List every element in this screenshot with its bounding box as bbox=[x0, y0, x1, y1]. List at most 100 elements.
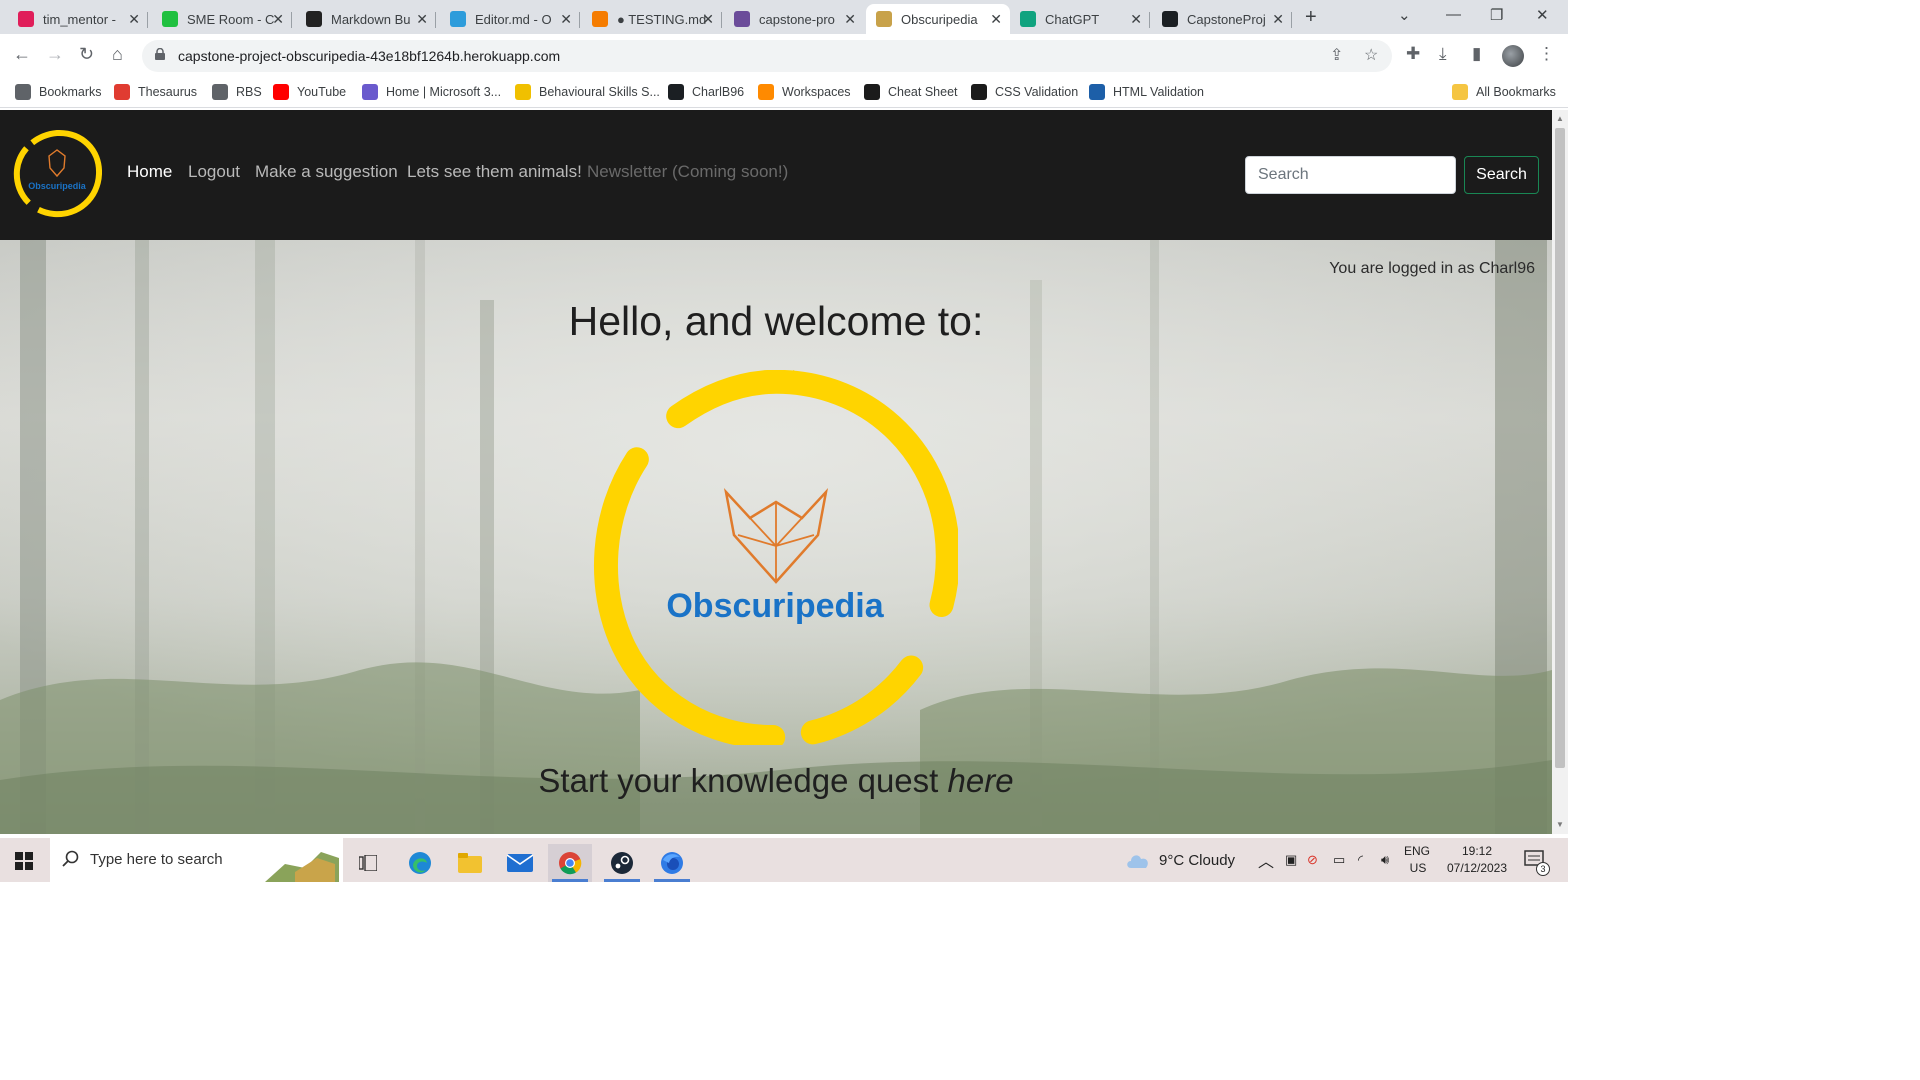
language-indicator[interactable]: ENG US bbox=[1404, 838, 1430, 882]
bookmark-item[interactable]: YouTube bbox=[273, 84, 346, 100]
browser-tab[interactable]: ChatGPT ✕ bbox=[1010, 4, 1150, 34]
search-input[interactable] bbox=[1245, 156, 1456, 194]
all-bookmarks-label: All Bookmarks bbox=[1476, 85, 1556, 99]
maximize-icon[interactable]: ❐ bbox=[1490, 6, 1503, 24]
nav-link[interactable]: Make a suggestion bbox=[255, 162, 398, 182]
notification-center-icon[interactable]: 3 bbox=[1524, 838, 1550, 882]
profile-avatar[interactable] bbox=[1502, 45, 1524, 67]
bookmark-item[interactable]: Behavioural Skills S... bbox=[515, 84, 660, 100]
scroll-thumb[interactable] bbox=[1555, 128, 1565, 768]
browser-tab[interactable]: Markdown Bu ✕ bbox=[296, 4, 436, 34]
scroll-up-arrow-icon[interactable]: ▲ bbox=[1556, 114, 1564, 123]
download-icon[interactable]: ⤓ bbox=[1439, 44, 1447, 64]
chrome-icon[interactable] bbox=[548, 844, 592, 882]
css-icon bbox=[971, 84, 987, 100]
browser-tab[interactable]: Editor.md - O ✕ bbox=[440, 4, 580, 34]
nav-link[interactable]: Home bbox=[127, 162, 172, 182]
bookmark-label: YouTube bbox=[297, 85, 347, 99]
bookmark-item[interactable]: HTML Validation bbox=[1089, 84, 1204, 100]
new-tab-button[interactable]: + bbox=[1305, 6, 1317, 29]
windows-start-icon[interactable] bbox=[15, 852, 33, 870]
taskbar-search-box[interactable]: Type here to search bbox=[50, 838, 343, 882]
browser-tab[interactable]: tim_mentor - ✕ bbox=[8, 4, 148, 34]
bookmark-item[interactable]: RBS bbox=[212, 84, 262, 100]
close-tab-icon[interactable]: ✕ bbox=[416, 11, 428, 28]
bookmark-label: CSS Validation bbox=[995, 85, 1079, 99]
bookmarks-bar: Bookmarks Thesaurus RBS YouTube Home | Micro… bbox=[0, 78, 1568, 108]
hero-cta: Start your knowledge quest here bbox=[0, 762, 1552, 800]
all-bookmarks-folder[interactable]: All Bookmarks bbox=[1452, 84, 1556, 100]
back-icon[interactable]: ← bbox=[13, 44, 31, 65]
forward-icon[interactable]: → bbox=[46, 44, 64, 65]
weather-widget[interactable]: 9°C Cloudy bbox=[1125, 838, 1235, 882]
menu-icon[interactable]: ⋮ bbox=[1538, 44, 1555, 64]
close-tab-icon[interactable]: ✕ bbox=[560, 11, 572, 28]
close-tab-icon[interactable]: ✕ bbox=[844, 11, 856, 28]
bookmark-label: Thesaurus bbox=[138, 85, 198, 99]
bookmark-star-icon[interactable]: ☆ bbox=[1364, 45, 1378, 65]
home-icon[interactable]: ⌂ bbox=[112, 44, 123, 65]
cloud-icon bbox=[1127, 855, 1148, 868]
task-view-icon[interactable] bbox=[346, 844, 390, 882]
browser-tab[interactable]: ● TESTING.md ✕ bbox=[582, 4, 722, 34]
steam-icon[interactable] bbox=[600, 844, 644, 882]
share-icon[interactable]: ⇪ bbox=[1330, 45, 1343, 65]
browser-tab[interactable]: Obscuripedia ✕ bbox=[866, 4, 1010, 34]
clock-date: 07/12/2023 bbox=[1446, 861, 1508, 875]
close-tab-icon[interactable]: ✕ bbox=[990, 11, 1002, 28]
mail-icon[interactable] bbox=[498, 844, 542, 882]
site-logo[interactable]: Obscuripedia bbox=[12, 128, 102, 218]
extensions-icon[interactable]: ✚ bbox=[1406, 44, 1420, 64]
tab-separator bbox=[1149, 12, 1150, 28]
browser-tab[interactable]: capstone-pro ✕ bbox=[724, 4, 864, 34]
bookmark-item[interactable]: Workspaces bbox=[758, 84, 851, 100]
bookmark-item[interactable]: Bookmarks bbox=[15, 84, 102, 100]
network-error-icon[interactable]: ⊘ bbox=[1307, 838, 1318, 882]
show-hidden-icons-icon[interactable]: ︿ bbox=[1258, 838, 1274, 882]
page-scrollbar[interactable]: ▲ ▼ bbox=[1552, 110, 1568, 834]
github-icon bbox=[668, 84, 684, 100]
search-button[interactable]: Search bbox=[1464, 156, 1539, 194]
folder-icon bbox=[1452, 84, 1468, 100]
close-window-icon[interactable]: ✕ bbox=[1536, 6, 1549, 24]
meet-now-icon[interactable]: ▣ bbox=[1285, 838, 1297, 882]
nav-link[interactable]: Lets see them animals! bbox=[407, 162, 582, 182]
minimize-icon[interactable]: — bbox=[1446, 6, 1461, 23]
close-tab-icon[interactable]: ✕ bbox=[272, 11, 284, 28]
tab-title: ● TESTING.md bbox=[617, 11, 707, 27]
bookmark-item[interactable]: Home | Microsoft 3... bbox=[362, 84, 501, 100]
hero-cta-link[interactable]: here bbox=[948, 762, 1014, 799]
browser-tab[interactable]: SME Room - C ✕ bbox=[152, 4, 292, 34]
bookmark-label: HTML Validation bbox=[1113, 85, 1205, 99]
firefox-icon[interactable] bbox=[650, 844, 694, 882]
weather-text: 9°C Cloudy bbox=[1159, 851, 1236, 869]
notification-count-badge: 3 bbox=[1536, 862, 1550, 876]
battery-icon[interactable]: ▭ bbox=[1333, 838, 1345, 882]
language-code: ENG bbox=[1404, 844, 1431, 858]
bookmark-item[interactable]: Cheat Sheet bbox=[864, 84, 958, 100]
bookmark-item[interactable]: Thesaurus bbox=[114, 84, 197, 100]
scroll-down-arrow-icon[interactable]: ▼ bbox=[1556, 820, 1564, 829]
close-tab-icon[interactable]: ✕ bbox=[128, 11, 140, 28]
volume-icon[interactable]: 🔊︎ bbox=[1381, 838, 1389, 882]
tab-separator bbox=[147, 12, 148, 28]
bookmark-item[interactable]: CharlB96 bbox=[668, 84, 744, 100]
file-explorer-icon[interactable] bbox=[448, 844, 492, 882]
fox-icon bbox=[876, 11, 892, 27]
close-tab-icon[interactable]: ✕ bbox=[1130, 11, 1142, 28]
side-panel-icon[interactable]: ▮ bbox=[1472, 44, 1481, 64]
browser-tab[interactable]: CapstoneProj ✕ bbox=[1152, 4, 1292, 34]
bookmark-label: CharlB96 bbox=[692, 85, 745, 99]
close-tab-icon[interactable]: ✕ bbox=[702, 11, 714, 28]
reload-icon[interactable]: ↻ bbox=[79, 44, 94, 65]
m-icon bbox=[450, 11, 466, 27]
close-tab-icon[interactable]: ✕ bbox=[1272, 11, 1284, 28]
tab-title: ChatGPT bbox=[1045, 11, 1100, 27]
address-bar[interactable]: capstone-project-obscuripedia-43e18bf126… bbox=[142, 40, 1392, 72]
bookmark-item[interactable]: CSS Validation bbox=[971, 84, 1078, 100]
nav-link[interactable]: Logout bbox=[188, 162, 240, 182]
wifi-icon[interactable]: ◜ bbox=[1358, 838, 1363, 882]
clock[interactable]: 19:12 07/12/2023 bbox=[1444, 838, 1510, 882]
edge-icon[interactable] bbox=[398, 844, 442, 882]
tab-search-icon[interactable]: ⌄ bbox=[1398, 6, 1411, 24]
